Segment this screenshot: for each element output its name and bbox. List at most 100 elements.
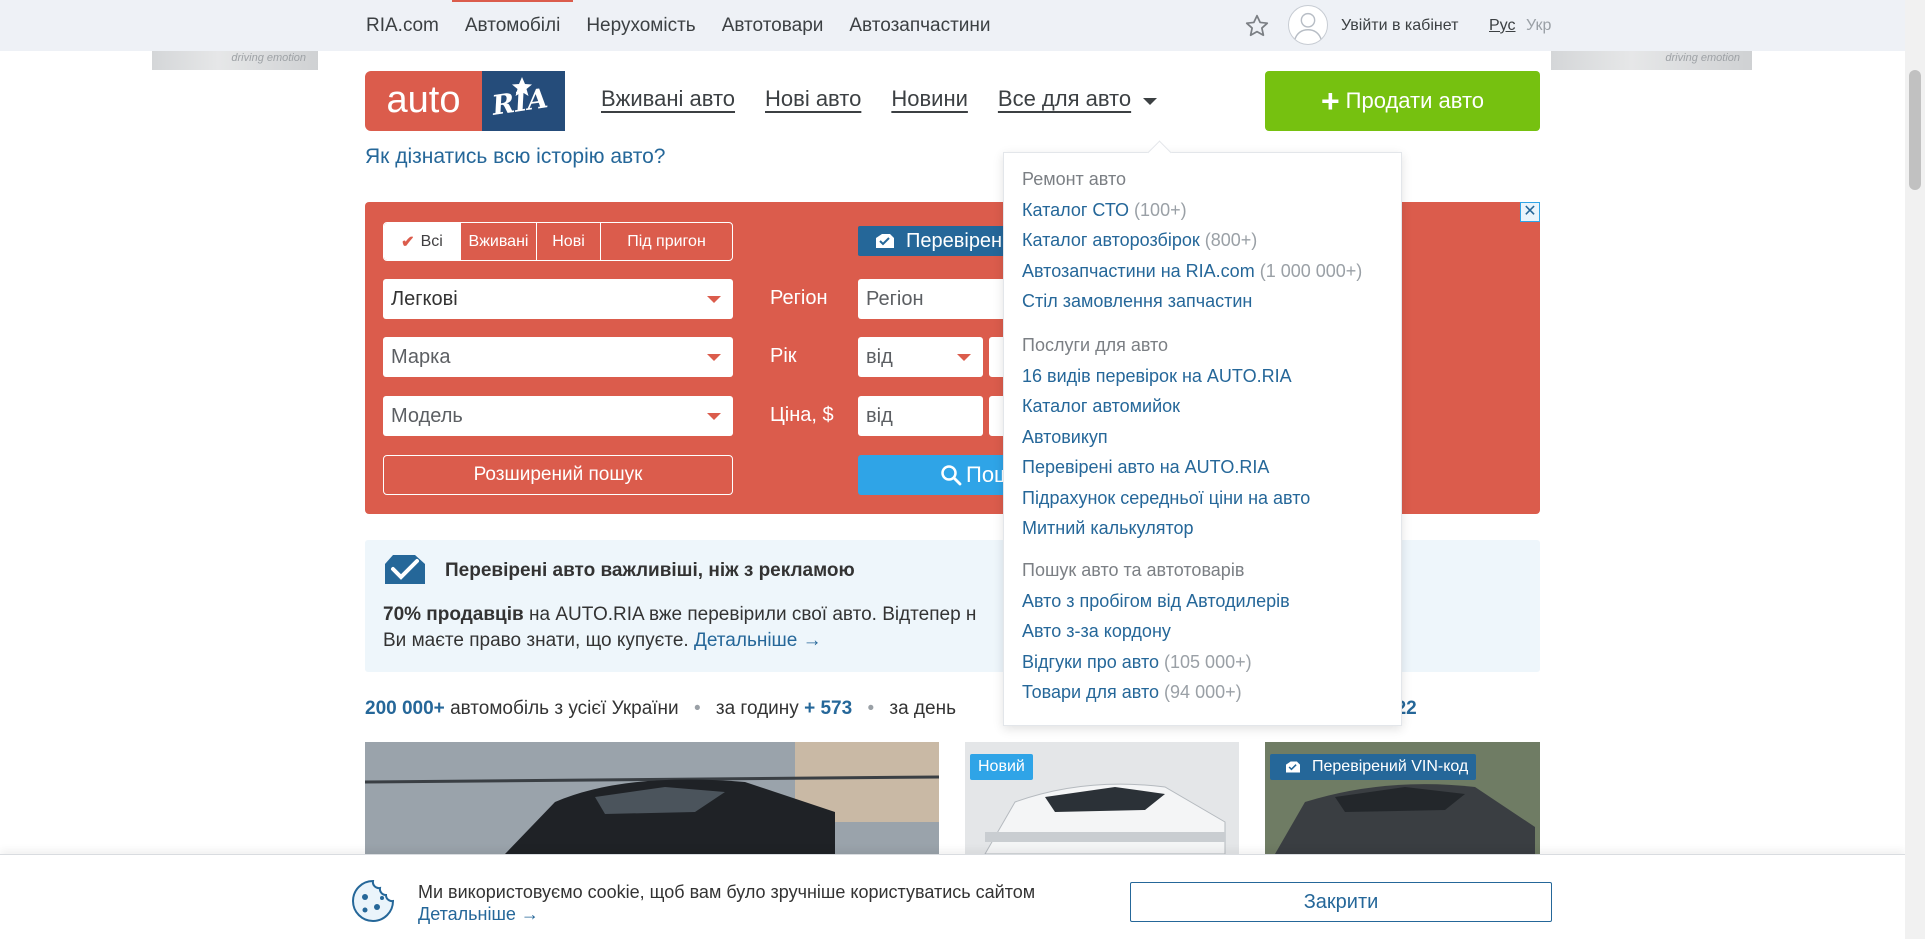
logo[interactable]: auto RIA: [365, 71, 565, 131]
top-nav-realty[interactable]: Нерухомість: [573, 0, 708, 51]
top-bar: RIA.com Автомобілі Нерухомість Автотовар…: [0, 0, 1905, 51]
cookie-banner: Ми використовуємо cookie, щоб вам було з…: [0, 854, 1905, 939]
stats-hour-label: за годину: [715, 698, 799, 719]
price-from-input[interactable]: від: [858, 396, 983, 436]
cookie-text: Ми використовуємо cookie, щоб вам було з…: [418, 881, 1035, 925]
brand-placeholder: Марка: [391, 346, 451, 368]
verified-filter[interactable]: Перевірені: [858, 226, 1018, 256]
tab-import[interactable]: Під пригон: [601, 223, 732, 260]
top-nav-cars[interactable]: Автомобілі: [451, 0, 574, 51]
cookie-icon: [352, 879, 395, 922]
vin-badge: Перевірений VIN-код: [1270, 754, 1477, 780]
menu-item-buyout[interactable]: Автовикуп: [1022, 427, 1108, 448]
region-select[interactable]: Регіон: [858, 279, 1018, 319]
top-nav-parts[interactable]: Автозапчастини: [836, 0, 1003, 51]
menu-item-parts-order[interactable]: Стіл замовлення запчастин: [1022, 291, 1252, 312]
price-from-placeholder: від: [866, 405, 893, 427]
stats-day-label: за день: [889, 698, 956, 719]
region-placeholder: Регіон: [866, 288, 924, 310]
model-select[interactable]: Модель: [383, 396, 733, 436]
top-nav-ria[interactable]: RIA.com: [353, 0, 452, 51]
search-button[interactable]: Пош: [858, 455, 1018, 495]
chevron-down-icon: [957, 354, 971, 361]
promo-more-link[interactable]: Детальніше →: [694, 630, 822, 651]
tab-used[interactable]: Вживані: [461, 223, 537, 260]
tab-all[interactable]: ✔ Всі: [384, 223, 461, 260]
search-icon: [941, 465, 962, 486]
chevron-down-icon: [707, 413, 721, 420]
vin-badge-label: Перевірений VIN-код: [1312, 758, 1469, 775]
stats-total-text: автомобіль з усієї України: [450, 698, 679, 719]
scrollbar[interactable]: [1905, 0, 1925, 939]
branding-left: driving emotion: [152, 51, 318, 70]
sell-car-button[interactable]: + Продати авто: [1265, 71, 1540, 131]
promo-text-rest: на AUTO.RIA вже перевірили свої авто. Ві…: [523, 604, 977, 625]
verified-car-icon: [385, 555, 425, 584]
nav-new-cars[interactable]: Нові авто: [765, 83, 861, 115]
nav-used-cars[interactable]: Вживані авто: [601, 83, 735, 115]
menu-item-goods[interactable]: Товари для авто (94 000+): [1022, 682, 1242, 703]
menu-item-parts[interactable]: Автозапчастини на RIA.com (1 000 000+): [1022, 261, 1362, 282]
car-history-link[interactable]: Як дізнатись всю історію авто?: [365, 145, 665, 169]
region-label: Регіон: [770, 287, 828, 309]
nav-all-for-auto[interactable]: Все для авто: [998, 83, 1158, 115]
new-badge: Новий: [970, 754, 1033, 780]
main-nav: Вживані авто Нові авто Новини Все для ав…: [601, 83, 1158, 115]
year-from-select[interactable]: від: [858, 337, 983, 377]
dot-separator: •: [867, 698, 875, 719]
lang-ua-link[interactable]: Укр: [1526, 0, 1551, 51]
menu-item-checks[interactable]: 16 видів перевірок на AUTO.RIA: [1022, 366, 1292, 387]
car-card-2[interactable]: Новий: [965, 742, 1239, 854]
chevron-down-icon: [707, 296, 721, 303]
advanced-search-button[interactable]: Розширений пошук: [383, 455, 733, 495]
promo-text-bold: 70% продавців: [383, 604, 524, 625]
verified-icon: [876, 234, 894, 248]
year-label: Рік: [770, 345, 797, 367]
cookie-close-button[interactable]: Закрити: [1130, 882, 1552, 922]
logo-ria: RIA: [482, 71, 565, 131]
menu-item-reviews[interactable]: Відгуки про авто (105 000+): [1022, 652, 1252, 673]
category-select[interactable]: Легкові: [383, 279, 733, 319]
nav-all-for-auto-label[interactable]: Все для авто: [998, 86, 1131, 111]
group-title-search: Пошук авто та автотоварів: [1022, 560, 1245, 580]
star-icon[interactable]: [1244, 13, 1270, 39]
menu-item-customs[interactable]: Митний калькулятор: [1022, 518, 1194, 539]
group-title-services: Послуги для авто: [1022, 335, 1169, 355]
user-avatar-icon[interactable]: [1288, 5, 1328, 45]
scrollbar-thumb[interactable]: [1909, 70, 1921, 190]
all-for-auto-dropdown: Ремонт авто Каталог СТО (100+) Каталог а…: [1003, 152, 1402, 726]
condition-tabs: ✔ Всі Вживані Нові Під пригон: [383, 222, 733, 261]
verified-filter-label: Перевірені: [906, 230, 1007, 252]
menu-item-sto[interactable]: Каталог СТО (100+): [1022, 200, 1187, 221]
branding-right: driving emotion: [1551, 51, 1752, 70]
verified-icon: [1286, 761, 1300, 773]
cookie-more-link[interactable]: Детальніше →: [418, 904, 539, 924]
plus-icon: +: [1320, 83, 1340, 119]
car-card-3[interactable]: Перевірений VIN-код: [1265, 742, 1540, 854]
menu-item-carwash[interactable]: Каталог автомийок: [1022, 396, 1180, 417]
car-card-1[interactable]: [365, 742, 939, 854]
menu-item-abroad[interactable]: Авто з-за кордону: [1022, 621, 1171, 642]
menu-item-dealers[interactable]: Авто з пробігом від Автодилерів: [1022, 591, 1290, 612]
ad-close-icon[interactable]: ✕: [1520, 202, 1540, 222]
menu-item-dismantling[interactable]: Каталог авторозбірок (800+): [1022, 230, 1257, 251]
promo-text: 70% продавців на AUTO.RIA вже перевірили…: [383, 602, 976, 654]
cookie-message: Ми використовуємо cookie, щоб вам було з…: [418, 882, 1036, 902]
sell-car-label: Продати авто: [1345, 88, 1485, 113]
promo-title: Перевірені авто важливіші, ніж з рекламо…: [445, 560, 855, 581]
tab-all-label: Всі: [420, 232, 443, 250]
nav-news[interactable]: Новини: [891, 83, 968, 115]
login-link[interactable]: Увійти в кабінет: [1341, 0, 1458, 51]
menu-item-verified[interactable]: Перевірені авто на AUTO.RIA: [1022, 457, 1269, 478]
brand-select[interactable]: Марка: [383, 337, 733, 377]
lang-ru-link[interactable]: Рус: [1489, 0, 1516, 51]
model-placeholder: Модель: [391, 405, 463, 427]
dot-separator: •: [693, 698, 701, 719]
menu-item-avg-price[interactable]: Підрахунок середньої ціни на авто: [1022, 488, 1310, 509]
stats-line: 200 000+ автомобіль з усієї України • за…: [365, 698, 956, 720]
top-nav-autogoods[interactable]: Автотовари: [709, 0, 837, 51]
check-icon: ✔: [401, 233, 415, 251]
car-photo: [365, 742, 939, 854]
chevron-down-icon: [707, 354, 721, 361]
tab-new[interactable]: Нові: [537, 223, 601, 260]
